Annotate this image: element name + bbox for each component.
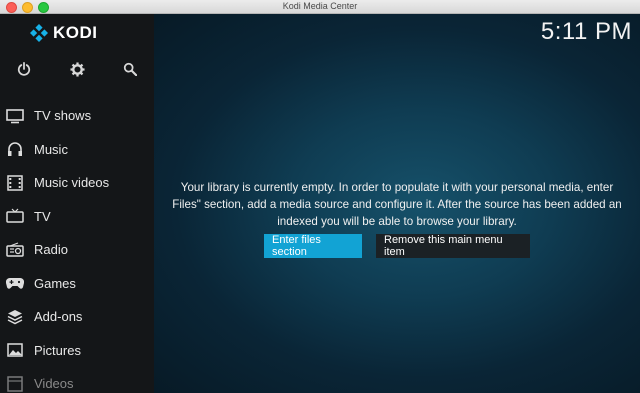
menu-item-label: TV — [34, 208, 51, 224]
sidebar: KODI TV shows Music Music videos TV Radi… — [0, 14, 154, 393]
menu-item-add-ons[interactable]: Add-ons — [0, 300, 154, 334]
main-menu: TV shows Music Music videos TV Radio Gam… — [0, 99, 154, 393]
menu-item-music[interactable]: Music — [0, 133, 154, 167]
menu-item-label: TV shows — [34, 108, 92, 124]
menu-item-label: Music videos — [34, 175, 110, 191]
film-icon — [6, 174, 24, 192]
action-buttons: Enter files section Remove this main men… — [264, 234, 530, 258]
menu-item-videos[interactable]: Videos — [0, 367, 154, 393]
menu-item-games[interactable]: Games — [0, 267, 154, 301]
kodi-window: Kodi Media Center KODI TV shows Music Mu… — [0, 0, 640, 393]
gamepad-icon — [6, 274, 24, 292]
menu-item-label: Pictures — [34, 342, 81, 358]
radio-icon — [6, 241, 24, 259]
message-line: Your library is currently empty. In orde… — [180, 181, 614, 194]
box-icon — [6, 308, 24, 326]
menu-item-music-videos[interactable]: Music videos — [0, 166, 154, 200]
message-line: indexed you will be able to browse your … — [277, 215, 517, 228]
kodi-logo: KODI — [30, 23, 98, 43]
window-title: Kodi Media Center — [282, 1, 358, 11]
menu-item-tv[interactable]: TV — [0, 200, 154, 234]
menu-item-radio[interactable]: Radio — [0, 233, 154, 267]
menu-item-tv-shows[interactable]: TV shows — [0, 99, 154, 133]
picture-icon — [6, 341, 24, 359]
message-line: Files" section, add a media source and c… — [172, 198, 622, 211]
empty-library-message: Your library is currently empty. In orde… — [154, 179, 640, 230]
video-icon — [6, 375, 24, 393]
menu-item-label: Radio — [34, 242, 68, 258]
monitor-icon — [6, 107, 24, 125]
search-icon[interactable] — [121, 60, 139, 78]
kodi-logo-icon — [30, 24, 48, 42]
headphones-icon — [6, 140, 24, 158]
clock: 5:11 PM — [540, 18, 632, 45]
menu-item-label: Add-ons — [34, 309, 83, 325]
main-content: 5:11 PM Your library is currently empty.… — [154, 14, 640, 393]
enter-files-section-button[interactable]: Enter files section — [264, 234, 362, 258]
menu-item-pictures[interactable]: Pictures — [0, 334, 154, 368]
tv-icon — [6, 207, 24, 225]
power-icon[interactable] — [15, 60, 33, 78]
menu-item-label: Games — [34, 275, 76, 291]
window-titlebar: Kodi Media Center — [0, 0, 640, 14]
menu-item-label: Music — [34, 141, 68, 157]
brand-name: KODI — [53, 23, 98, 42]
gear-icon[interactable] — [68, 60, 86, 78]
menu-item-label: Videos — [34, 376, 74, 392]
remove-main-menu-item-button[interactable]: Remove this main menu item — [376, 234, 530, 258]
